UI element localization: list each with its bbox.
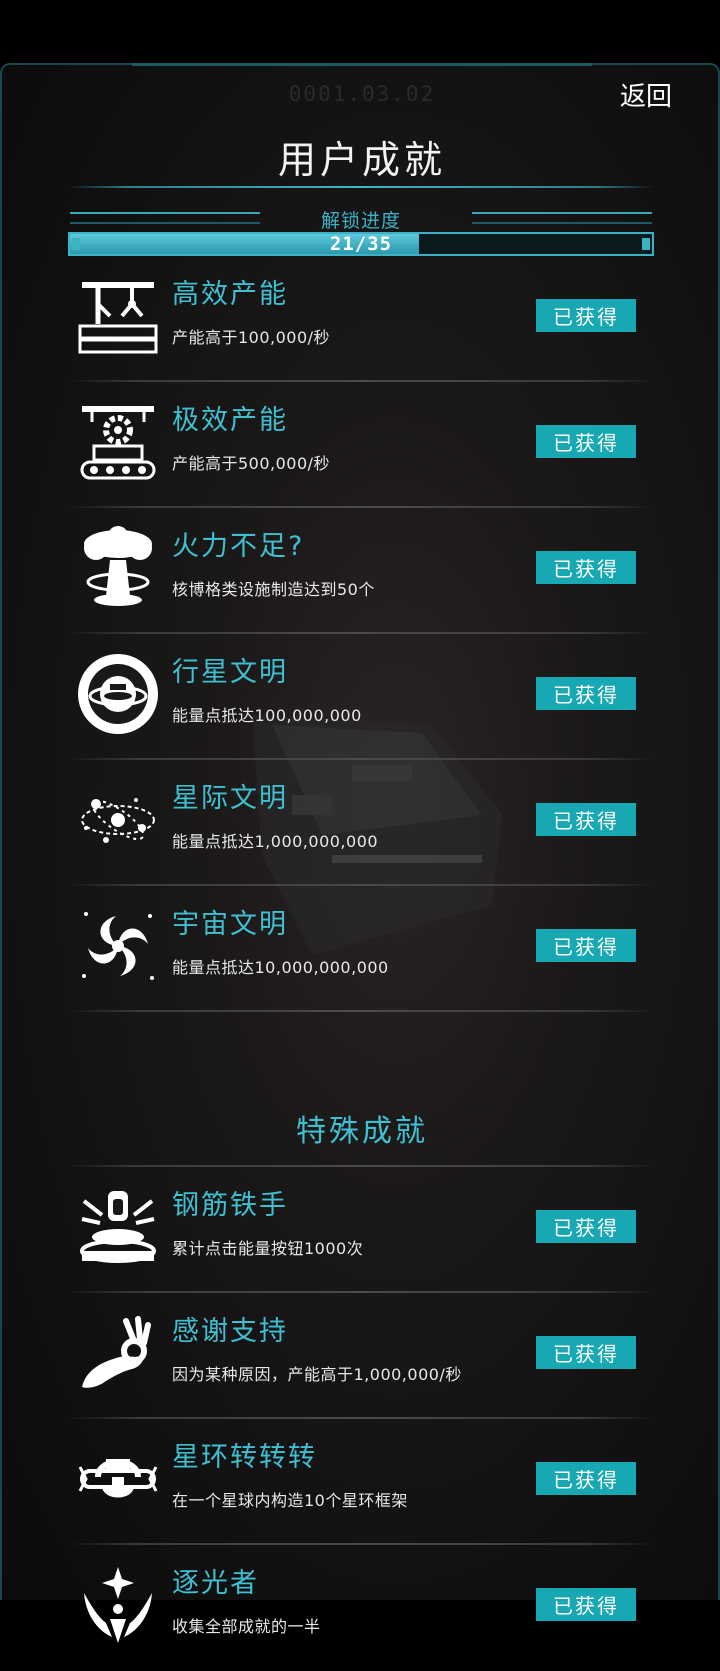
achievement-name: 星环转转转 bbox=[172, 1442, 317, 1473]
achievement-name: 逐光者 bbox=[172, 1568, 259, 1599]
obtained-badge[interactable]: 已获得 bbox=[536, 803, 636, 836]
achievement-desc: 产能高于500,000/秒 bbox=[172, 454, 331, 473]
obtained-badge[interactable]: 已获得 bbox=[536, 551, 636, 584]
obtained-badge[interactable]: 已获得 bbox=[536, 1210, 636, 1243]
panel-top-notch bbox=[132, 63, 592, 73]
achievement-row: 感谢支持 因为某种原因，产能高于1,000,000/秒 已获得 bbox=[68, 1293, 654, 1419]
factory-arm-icon bbox=[76, 274, 160, 358]
page-title: 用户成就 bbox=[277, 138, 446, 182]
achievement-desc: 累计点击能量按钮1000次 bbox=[172, 1239, 364, 1258]
back-button[interactable]: 返回 bbox=[620, 76, 672, 113]
achievement-row: 星际文明 能量点抵达1,000,000,000 已获得 bbox=[68, 760, 654, 886]
achievement-name: 高效产能 bbox=[172, 279, 288, 310]
achievement-name: 行星文明 bbox=[172, 657, 288, 688]
ok-hand-icon bbox=[76, 1311, 160, 1395]
conveyor-gear-icon bbox=[76, 400, 160, 484]
progress-text: 21/35 bbox=[329, 233, 393, 255]
planet-civilization-icon bbox=[76, 652, 160, 736]
achievement-row: 火力不足? 核博格类设施制造达到50个 已获得 bbox=[68, 508, 654, 634]
progress-bar: 21/35 bbox=[68, 232, 654, 256]
achievement-desc: 能量点抵达10,000,000,000 bbox=[172, 958, 389, 977]
star-ring-icon bbox=[76, 1437, 160, 1521]
achievement-name: 星际文明 bbox=[172, 783, 288, 814]
achievement-desc: 在一个星球内构造10个星环框架 bbox=[172, 1491, 408, 1510]
achievement-name: 极效产能 bbox=[172, 405, 288, 436]
obtained-badge[interactable]: 已获得 bbox=[536, 1336, 636, 1369]
unlock-progress: 解锁进度 21/35 bbox=[68, 208, 654, 256]
achievement-row: 极效产能 产能高于500,000/秒 已获得 bbox=[68, 382, 654, 508]
version-label: 0001.03.02 bbox=[288, 82, 436, 106]
obtained-badge[interactable]: 已获得 bbox=[536, 677, 636, 710]
achievement-desc: 收集全部成就的一半 bbox=[172, 1617, 321, 1636]
achievement-row: 行星文明 能量点抵达100,000,000 已获得 bbox=[68, 634, 654, 760]
achievement-name: 感谢支持 bbox=[172, 1316, 288, 1347]
star-system-icon bbox=[76, 778, 160, 862]
achievement-desc: 能量点抵达1,000,000,000 bbox=[172, 832, 379, 851]
achievement-row: 高效产能 产能高于100,000/秒 已获得 bbox=[68, 256, 654, 382]
achievement-name: 钢筋铁手 bbox=[172, 1190, 288, 1221]
mushroom-cloud-icon bbox=[76, 526, 160, 610]
achievement-row: 逐光者 收集全部成就的一半 已获得 bbox=[68, 1545, 654, 1671]
press-button-icon bbox=[76, 1185, 160, 1269]
progress-label: 解锁进度 bbox=[320, 210, 401, 232]
achievement-name: 宇宙文明 bbox=[172, 909, 288, 940]
row-divider bbox=[68, 1010, 654, 1012]
achievement-desc: 核博格类设施制造达到50个 bbox=[172, 580, 375, 599]
achievement-row: 星环转转转 在一个星球内构造10个星环框架 已获得 bbox=[68, 1419, 654, 1545]
achievement-desc: 能量点抵达100,000,000 bbox=[172, 706, 362, 725]
obtained-badge[interactable]: 已获得 bbox=[536, 929, 636, 962]
obtained-badge[interactable]: 已获得 bbox=[536, 425, 636, 458]
achievement-desc: 产能高于100,000/秒 bbox=[172, 328, 331, 347]
achievement-panel: 0001.03.02 返回 用户成就 解锁进度 21/35 高效产能 产能高于1… bbox=[0, 63, 720, 1643]
achievement-desc: 因为某种原因，产能高于1,000,000/秒 bbox=[172, 1365, 462, 1384]
spiral-galaxy-icon bbox=[76, 904, 160, 988]
obtained-badge[interactable]: 已获得 bbox=[536, 1462, 636, 1495]
obtained-badge[interactable]: 已获得 bbox=[536, 299, 636, 332]
achievement-row: 宇宙文明 能量点抵达10,000,000,000 已获得 bbox=[68, 886, 654, 1012]
obtained-badge[interactable]: 已获得 bbox=[536, 1588, 636, 1621]
title-divider bbox=[68, 186, 654, 188]
light-chaser-icon bbox=[76, 1563, 160, 1647]
special-section-title: 特殊成就 bbox=[296, 1114, 428, 1149]
achievement-name: 火力不足? bbox=[172, 531, 305, 562]
achievement-row: 钢筋铁手 累计点击能量按钮1000次 已获得 bbox=[68, 1167, 654, 1293]
